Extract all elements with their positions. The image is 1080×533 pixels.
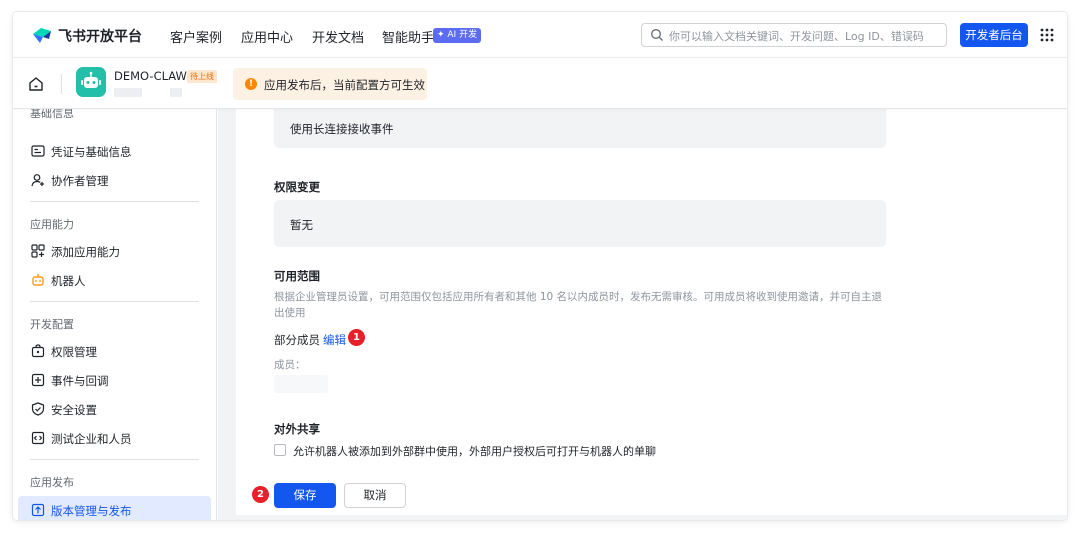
app-header-bar: DEMO-CLAW 待上线 ! 应用发布后，当前配置方可生效 (13, 58, 1067, 109)
publish-notice-banner: ! 应用发布后，当前配置方可生效 (233, 68, 427, 100)
nav-dev-docs[interactable]: 开发文档 (312, 27, 364, 46)
scope-description: 根据企业管理员设置，可用范围仅包括应用所有者和其他 10 名以内成员时，发布无需… (274, 291, 883, 319)
user-add-icon (31, 174, 44, 187)
sidebar[interactable]: 基础信息 凭证与基础信息 协作者管理 应用能力 添加应用能力 机器人 开发配置 … (13, 109, 217, 520)
external-share-checkbox[interactable] (274, 444, 286, 456)
sidebar-item-credentials[interactable]: 凭证与基础信息 (18, 137, 211, 165)
event-icon (31, 373, 45, 387)
sidebar-item-label: 版本管理与发布 (51, 504, 132, 518)
sidebar-item-permissions[interactable]: 权限管理 (18, 337, 211, 365)
sidebar-item-label: 协作者管理 (51, 174, 109, 188)
scope-title: 可用范围 (274, 269, 320, 283)
robot-icon (81, 71, 101, 88)
sidebar-item-label: 凭证与基础信息 (51, 145, 132, 159)
sidebar-item-collaborators[interactable]: 协作者管理 (18, 166, 211, 194)
sidebar-item-test-tenant[interactable]: 测试企业和人员 (18, 424, 211, 452)
app-window: 飞书开放平台 客户案例 应用中心 开发文档 智能助手 ✦ AI 开发 你可以输入… (13, 12, 1067, 520)
nav-customer-cases[interactable]: 客户案例 (170, 27, 222, 46)
sidebar-item-label: 测试企业和人员 (51, 432, 132, 446)
redacted-text (170, 88, 182, 97)
version-form-card: 使用长连接接收事件 权限变更 暂无 可用范围 根据企业管理员设置，可用范围仅包括… (236, 109, 1067, 515)
scope-partial-members: 部分成员 (274, 333, 320, 347)
add-grid-icon (31, 244, 45, 258)
ai-dev-badge: ✦ AI 开发 (433, 28, 482, 43)
nav-smart-assistant[interactable]: 智能助手 (382, 27, 434, 46)
sidebar-item-label: 权限管理 (51, 345, 97, 359)
sidebar-item-version-publish[interactable]: 版本管理与发布 (18, 496, 211, 520)
nav-app-center[interactable]: 应用中心 (241, 27, 293, 46)
code-box-icon (31, 431, 45, 445)
home-icon[interactable] (28, 76, 44, 92)
sidebar-item-label: 添加应用能力 (51, 245, 120, 259)
sidebar-item-security[interactable]: 安全设置 (18, 395, 211, 423)
robot-icon (32, 274, 44, 286)
sidebar-item-bot[interactable]: 机器人 (18, 266, 211, 294)
notice-text: 应用发布后，当前配置方可生效 (264, 78, 425, 92)
section-title-capability: 应用能力 (30, 218, 74, 231)
members-label: 成员： (274, 359, 306, 371)
sidebar-item-add-capability[interactable]: 添加应用能力 (18, 237, 211, 265)
divider (61, 74, 62, 94)
external-share-title: 对外共享 (274, 422, 320, 436)
search-input[interactable]: 你可以输入文档关键词、开发问题、Log ID、错误码 (641, 23, 947, 47)
app-avatar[interactable] (76, 67, 106, 97)
upload-box-icon (31, 503, 45, 517)
lock-box-icon (31, 344, 45, 358)
main-content[interactable]: 使用长连接接收事件 权限变更 暂无 可用范围 根据企业管理员设置，可用范围仅包括… (218, 109, 1067, 520)
member-list (274, 375, 328, 393)
sidebar-item-label: 机器人 (51, 274, 86, 288)
external-share-label[interactable]: 允许机器人被添加到外部群中使用，外部用户授权后可打开与机器人的单聊 (293, 443, 656, 459)
warning-icon: ! (245, 78, 257, 90)
permission-change-box: 暂无 (274, 200, 886, 247)
app-name: DEMO-CLAW (114, 69, 187, 83)
divider (30, 201, 199, 202)
sidebar-item-events[interactable]: 事件与回调 (18, 366, 211, 394)
developer-console-button[interactable]: 开发者后台 (960, 23, 1028, 47)
cancel-button[interactable]: 取消 (344, 483, 406, 508)
save-button[interactable]: 保存 (274, 483, 336, 508)
section-title-dev-config: 开发配置 (30, 318, 74, 331)
permission-change-title: 权限变更 (274, 180, 320, 194)
step-marker-2: 2 (252, 486, 269, 503)
feishu-logo-icon[interactable] (31, 25, 53, 45)
sidebar-item-label: 事件与回调 (51, 374, 109, 388)
id-card-icon (31, 145, 45, 157)
event-mode-text: 使用长连接接收事件 (290, 122, 394, 136)
brand-name[interactable]: 飞书开放平台 (58, 26, 142, 46)
top-nav: 飞书开放平台 客户案例 应用中心 开发文档 智能助手 ✦ AI 开发 你可以输入… (13, 12, 1067, 58)
redacted-text (114, 88, 142, 97)
search-icon (651, 29, 663, 41)
apps-grid-icon[interactable] (1040, 28, 1054, 42)
shield-icon (31, 402, 45, 416)
sidebar-item-label: 安全设置 (51, 403, 97, 417)
divider (30, 301, 199, 302)
edit-scope-link[interactable]: 编辑 (323, 332, 346, 348)
search-placeholder: 你可以输入文档关键词、开发问题、Log ID、错误码 (669, 30, 924, 43)
permission-change-value: 暂无 (290, 218, 313, 232)
event-mode-box: 使用长连接接收事件 (274, 109, 886, 148)
step-marker-1: 1 (348, 329, 365, 346)
section-title-publish: 应用发布 (30, 476, 74, 489)
status-badge: 待上线 (187, 70, 217, 83)
divider (30, 459, 199, 460)
section-title-basic: 基础信息 (30, 109, 74, 120)
